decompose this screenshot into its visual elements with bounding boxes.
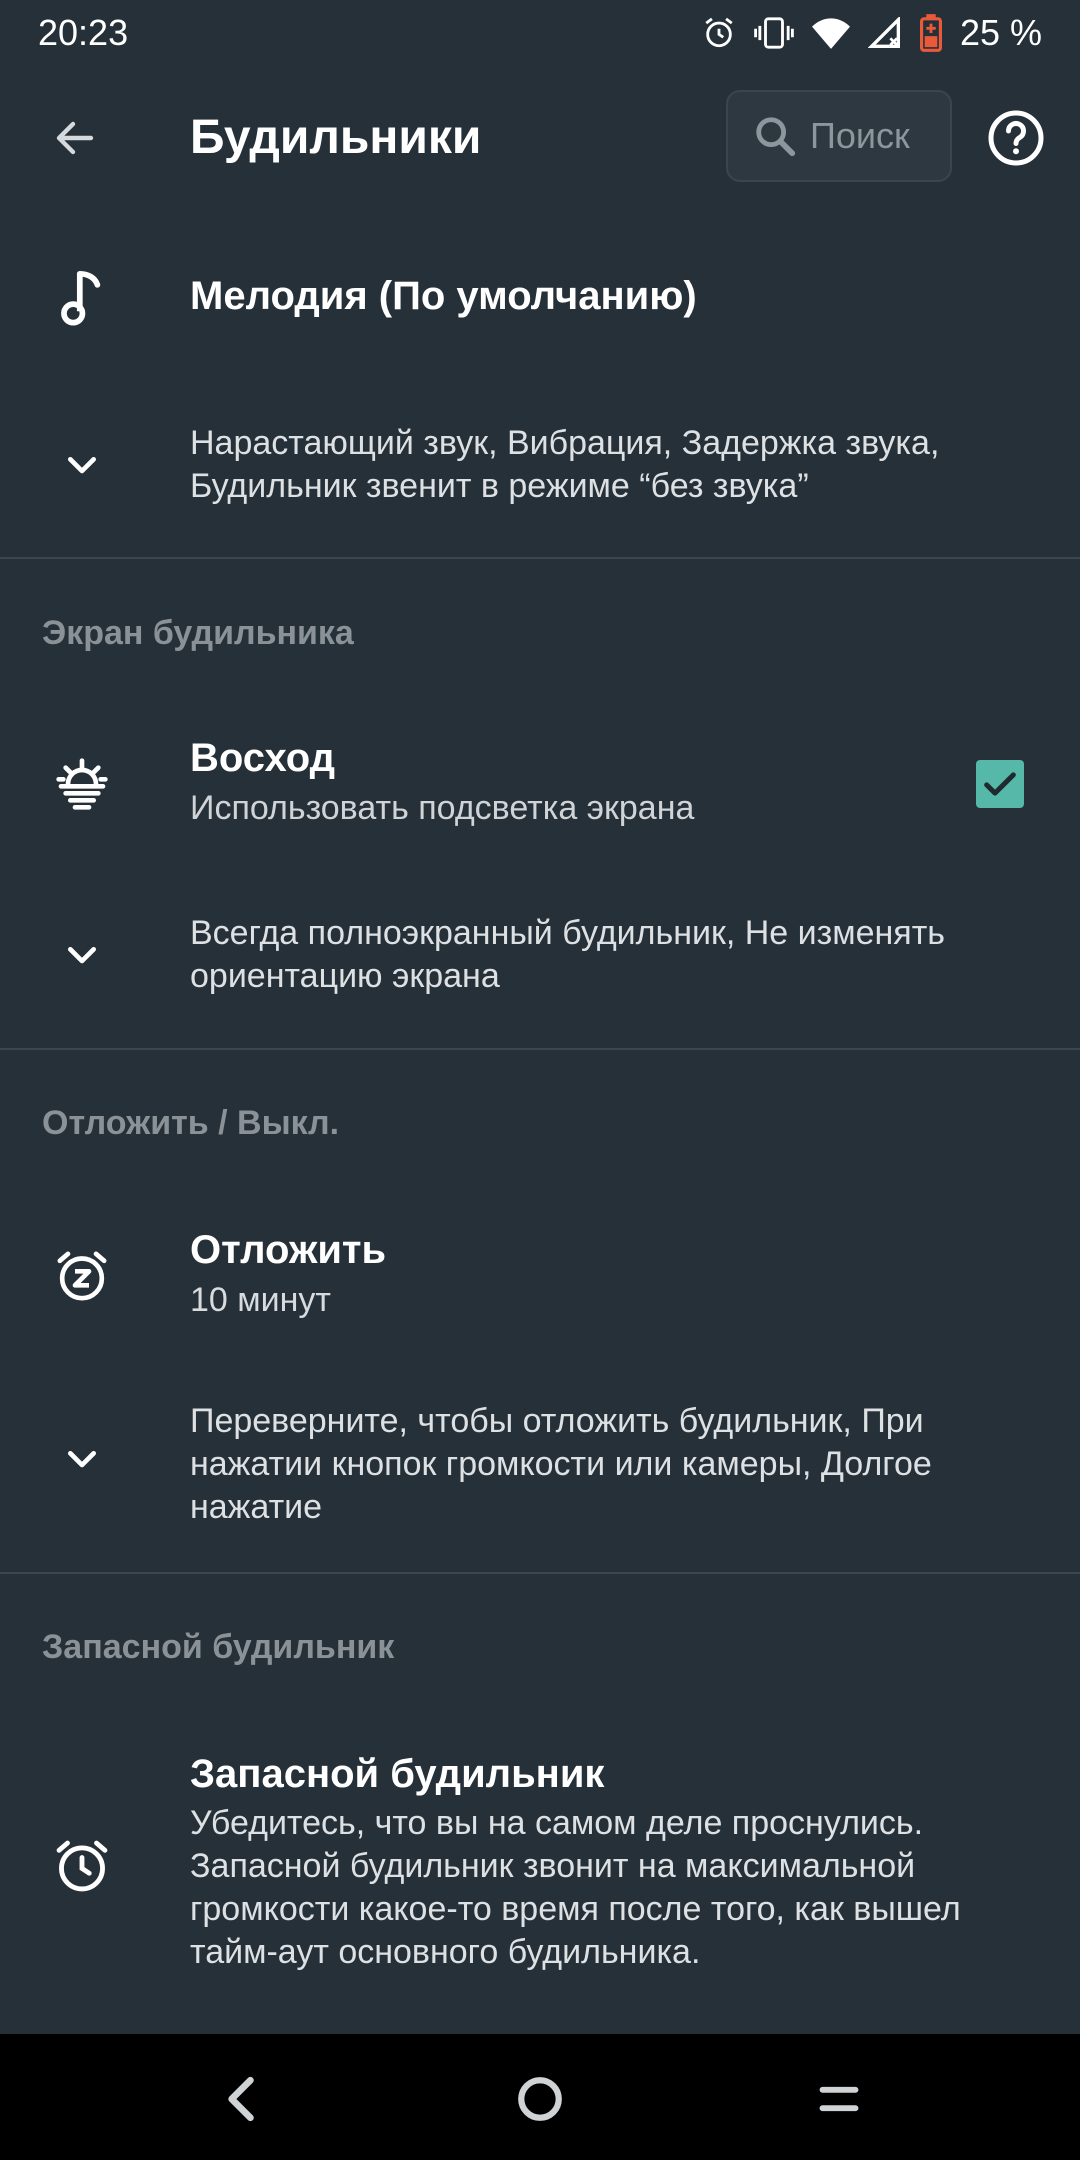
- alarm-screen-options-summary: Всегда полноэкранный будильник, Не измен…: [190, 914, 945, 995]
- status-time: 20:23: [38, 12, 129, 53]
- battery-icon: [919, 14, 942, 52]
- divider: [0, 557, 1080, 559]
- sunrise-icon: [50, 752, 114, 816]
- snooze-title: Отложить: [190, 1228, 387, 1272]
- divider: [0, 1048, 1080, 1050]
- search-input[interactable]: Поиск: [726, 90, 952, 182]
- divider: [0, 1572, 1080, 1574]
- ringtone-row[interactable]: Мелодия (По умолчанию): [0, 250, 1080, 340]
- music-note-icon: [50, 266, 114, 330]
- chevron-down-icon: [50, 434, 114, 498]
- help-button[interactable]: [986, 108, 1046, 168]
- nav-back-icon: [228, 2076, 254, 2122]
- backup-title: Запасной будильник: [190, 1752, 605, 1796]
- page-title: Будильники: [190, 111, 482, 164]
- snooze-options-summary: Переверните, чтобы отложить будильник, П…: [190, 1402, 932, 1526]
- snooze-subtitle: 10 минут: [190, 1281, 331, 1319]
- search-placeholder: Поиск: [810, 115, 910, 156]
- nav-recents-button[interactable]: [804, 2064, 874, 2134]
- backup-description: Убедитесь, что вы на самом деле проснули…: [190, 1804, 961, 1971]
- chevron-down-icon: [50, 1428, 114, 1492]
- sunrise-row[interactable]: Восход Использовать подсветка экрана: [0, 730, 1080, 840]
- section-header-alarm-screen: Экран будильника: [42, 614, 354, 652]
- search-icon: [756, 117, 796, 157]
- chevron-down-icon: [50, 924, 114, 988]
- sound-options-summary: Нарастающий звук, Вибрация, Задержка зву…: [190, 424, 940, 505]
- help-icon: [988, 110, 1044, 166]
- nav-home-button[interactable]: [505, 2064, 575, 2134]
- nav-back-button[interactable]: [205, 2064, 275, 2134]
- alarm-screen-options-row[interactable]: Всегда полноэкранный будильник, Не измен…: [0, 910, 1080, 1010]
- sunrise-checkbox[interactable]: [976, 760, 1024, 808]
- status-bar: 20:23 25 %: [0, 0, 1080, 66]
- alarm-clock-icon: [50, 1834, 114, 1898]
- section-header-backup: Запасной будильник: [42, 1628, 395, 1666]
- battery-percent: 25 %: [959, 12, 1042, 53]
- status-icons: 25 %: [702, 12, 1042, 54]
- sunrise-subtitle: Использовать подсветка экрана: [190, 789, 695, 827]
- back-button[interactable]: [40, 106, 110, 170]
- snooze-row[interactable]: Отложить 10 минут: [0, 1222, 1080, 1332]
- navigation-bar: [0, 2034, 1080, 2160]
- alarm-status-icon: [705, 17, 733, 48]
- ringtone-title: Мелодия (По умолчанию): [190, 274, 697, 318]
- check-icon: [984, 772, 1016, 796]
- nav-recents-icon: [819, 2086, 859, 2112]
- signal-icon: [867, 17, 900, 48]
- sound-options-row[interactable]: Нарастающий звук, Вибрация, Задержка зву…: [0, 420, 1080, 520]
- sunrise-title: Восход: [190, 736, 336, 780]
- arrow-left-icon: [56, 121, 94, 155]
- backup-alarm-row[interactable]: Запасной будильник Убедитесь, что вы на …: [0, 1748, 1080, 1988]
- vibrate-icon: [754, 17, 794, 49]
- nav-home-icon: [518, 2077, 562, 2121]
- snooze-options-row[interactable]: Переверните, чтобы отложить будильник, П…: [0, 1398, 1080, 1538]
- snooze-icon: [50, 1244, 114, 1308]
- section-header-snooze: Отложить / Выкл.: [42, 1104, 340, 1142]
- app-bar: Будильники Поиск: [0, 88, 1080, 188]
- wifi-icon: [811, 18, 850, 49]
